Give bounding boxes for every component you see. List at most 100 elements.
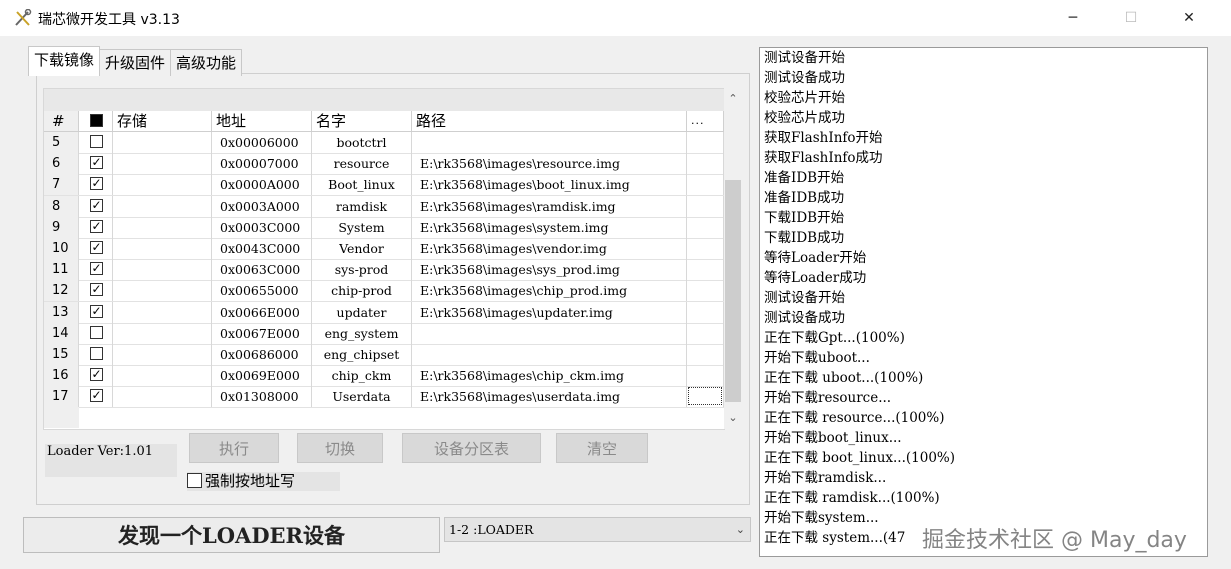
row-store[interactable] <box>113 280 212 302</box>
header-select-all[interactable] <box>79 111 113 131</box>
row-name[interactable]: Vendor <box>312 238 412 259</box>
table-row[interactable]: 8 ✓ 0x0003A000 ramdisk E:\rk3568\images\ramd… <box>44 195 724 218</box>
row-checkbox-cell[interactable] <box>79 344 113 365</box>
maximize-button[interactable]: ☐ <box>1102 0 1160 36</box>
minimize-button[interactable]: ─ <box>1044 0 1102 36</box>
row-checkbox[interactable]: ✓ <box>90 156 103 170</box>
row-browse-cell[interactable] <box>687 153 724 175</box>
row-path[interactable]: E:\rk3568\images\resource.img <box>412 153 687 175</box>
row-checkbox-cell[interactable]: ✓ <box>79 216 113 238</box>
row-checkbox-cell[interactable] <box>79 132 113 153</box>
row-path[interactable]: E:\rk3568\images\boot_linux.img <box>412 174 687 196</box>
header-path[interactable]: 路径 <box>412 111 687 131</box>
row-checkbox-cell[interactable]: ✓ <box>79 195 113 217</box>
scroll-up-icon[interactable]: ⌃ <box>724 88 742 110</box>
row-browse-cell[interactable] <box>687 216 724 238</box>
row-name[interactable]: updater <box>312 301 412 323</box>
row-store[interactable] <box>113 259 212 281</box>
partition-table-button[interactable]: 设备分区表 <box>402 433 541 463</box>
row-name[interactable]: eng_system <box>312 322 412 344</box>
table-row[interactable]: 12 ✓ 0x00655000 chip-prod E:\rk3568\images\c… <box>44 280 724 303</box>
row-browse-cell[interactable] <box>687 365 724 387</box>
tab-advanced[interactable]: 高级功能 <box>170 49 243 76</box>
row-path[interactable]: E:\rk3568\images\chip_prod.img <box>412 280 687 302</box>
table-row[interactable]: 10 ✓ 0x0043C000 Vendor E:\rk3568\images\vend… <box>44 238 724 260</box>
row-checkbox[interactable]: ✓ <box>90 219 103 233</box>
header-name[interactable]: 名字 <box>312 111 412 131</box>
row-name[interactable]: chip-prod <box>312 280 412 302</box>
row-store[interactable] <box>113 344 212 365</box>
header-address[interactable]: 地址 <box>212 111 312 131</box>
row-name[interactable]: bootctrl <box>312 132 412 153</box>
row-browse-cell[interactable] <box>687 238 724 259</box>
row-browse-cell[interactable] <box>687 301 724 323</box>
row-path[interactable]: E:\rk3568\images\userdata.img <box>412 386 687 408</box>
row-checkbox-cell[interactable]: ✓ <box>79 365 113 387</box>
row-checkbox-cell[interactable]: ✓ <box>79 259 113 281</box>
row-name[interactable]: chip_ckm <box>312 365 412 387</box>
force-address-write-checkbox[interactable]: 强制按地址写 <box>187 472 340 491</box>
row-checkbox[interactable]: ✓ <box>90 368 103 382</box>
row-store[interactable] <box>113 216 212 238</box>
row-path[interactable]: E:\rk3568\images\vendor.img <box>412 238 687 259</box>
row-browse-cell[interactable] <box>687 322 724 344</box>
table-row[interactable]: 16 ✓ 0x0069E000 chip_ckm E:\rk3568\images\ch… <box>44 365 724 388</box>
row-name[interactable]: Userdata <box>312 386 412 408</box>
row-store[interactable] <box>113 238 212 259</box>
row-address[interactable]: 0x0043C000 <box>212 238 312 259</box>
table-row[interactable]: 17 ✓ 0x01308000 Userdata E:\rk3568\images\us… <box>44 386 724 409</box>
chevron-down-icon[interactable]: ⌄ <box>736 518 745 541</box>
clear-button[interactable]: 清空 <box>556 433 648 463</box>
table-row[interactable]: 7 ✓ 0x0000A000 Boot_linux E:\rk3568\images\b… <box>44 174 724 197</box>
row-path[interactable]: E:\rk3568\images\sys_prod.img <box>412 259 687 281</box>
row-address[interactable]: 0x0067E000 <box>212 322 312 344</box>
row-checkbox-cell[interactable]: ✓ <box>79 238 113 259</box>
row-browse-cell[interactable] <box>687 259 724 281</box>
row-name[interactable]: Boot_linux <box>312 174 412 196</box>
row-store[interactable] <box>113 301 212 323</box>
row-path[interactable] <box>412 322 687 344</box>
row-name[interactable]: ramdisk <box>312 195 412 217</box>
row-address[interactable]: 0x0003C000 <box>212 216 312 238</box>
row-store[interactable] <box>113 153 212 175</box>
row-address[interactable]: 0x00006000 <box>212 132 312 153</box>
header-dots[interactable]: ... <box>687 111 724 131</box>
table-row[interactable]: 9 ✓ 0x0003C000 System E:\rk3568\images\syste… <box>44 216 724 239</box>
row-name[interactable]: eng_chipset <box>312 344 412 365</box>
switch-button[interactable]: 切换 <box>297 433 383 463</box>
row-checkbox[interactable]: ✓ <box>90 241 103 254</box>
row-store[interactable] <box>113 195 212 217</box>
row-address[interactable]: 0x00007000 <box>212 153 312 175</box>
row-checkbox[interactable] <box>90 325 103 339</box>
row-name[interactable]: System <box>312 216 412 238</box>
row-address[interactable]: 0x01308000 <box>212 386 312 408</box>
close-button[interactable]: ✕ <box>1160 0 1218 36</box>
row-address[interactable]: 0x00686000 <box>212 344 312 365</box>
select-all-checkbox[interactable] <box>90 114 103 127</box>
row-path[interactable]: E:\rk3568\images\chip_ckm.img <box>412 365 687 387</box>
row-checkbox-cell[interactable]: ✓ <box>79 153 113 175</box>
row-name[interactable]: resource <box>312 153 412 175</box>
row-browse-cell[interactable] <box>687 280 724 302</box>
row-name[interactable]: sys-prod <box>312 259 412 281</box>
row-address[interactable]: 0x0066E000 <box>212 301 312 323</box>
row-checkbox[interactable]: ✓ <box>90 262 103 276</box>
row-address[interactable]: 0x00655000 <box>212 280 312 302</box>
table-row[interactable]: 13 ✓ 0x0066E000 updater E:\rk3568\images\upd… <box>44 301 724 324</box>
device-select[interactable]: 1-2 :LOADER ⌄ <box>444 517 751 542</box>
row-path[interactable]: E:\rk3568\images\updater.img <box>412 301 687 323</box>
row-store[interactable] <box>113 386 212 408</box>
row-browse-cell[interactable] <box>687 132 724 153</box>
row-store[interactable] <box>113 174 212 196</box>
row-browse-cell[interactable] <box>687 195 724 217</box>
tab-upgrade-firmware[interactable]: 升级固件 <box>99 49 172 76</box>
row-checkbox-cell[interactable]: ✓ <box>79 174 113 196</box>
row-path[interactable]: E:\rk3568\images\system.img <box>412 216 687 238</box>
table-scrollbar[interactable]: ⌃ ⌄ <box>724 88 742 429</box>
row-browse-cell[interactable] <box>687 174 724 196</box>
row-checkbox-cell[interactable]: ✓ <box>79 386 113 408</box>
row-store[interactable] <box>113 322 212 344</box>
row-checkbox-cell[interactable]: ✓ <box>79 301 113 323</box>
row-store[interactable] <box>113 365 212 387</box>
table-row[interactable]: 14 0x0067E000 eng_system <box>44 322 724 345</box>
